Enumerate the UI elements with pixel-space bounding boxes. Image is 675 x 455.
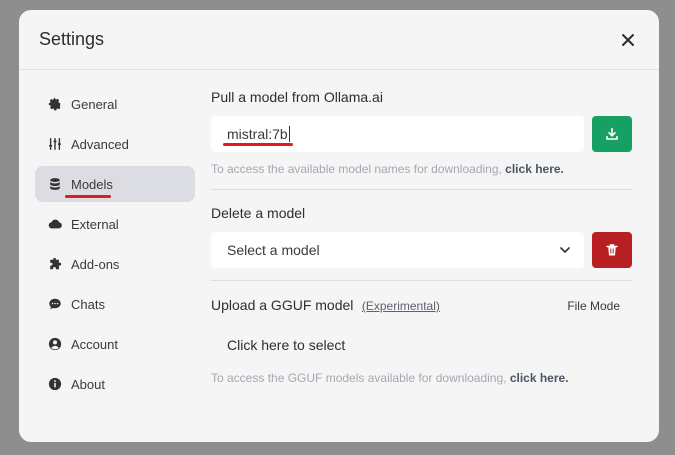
sidebar-item-models[interactable]: Models bbox=[35, 166, 195, 202]
sidebar-item-addons[interactable]: Add-ons bbox=[35, 246, 195, 282]
sidebar-item-label: About bbox=[71, 376, 105, 392]
chevron-down-icon bbox=[560, 247, 570, 253]
trash-icon bbox=[606, 244, 618, 256]
modal-title: Settings bbox=[39, 29, 105, 49]
download-icon bbox=[606, 127, 618, 140]
sidebar-item-external[interactable]: External bbox=[35, 206, 195, 242]
sidebar-item-label: General bbox=[71, 96, 118, 112]
text-cursor bbox=[288, 126, 290, 142]
models-settings-panel: Pull a model from Ollama.ai mistral:7b T… bbox=[211, 86, 632, 385]
cloud-icon bbox=[47, 216, 63, 232]
settings-sidebar: General Advanced Models External Add-ons… bbox=[35, 86, 195, 406]
annotation-underline bbox=[65, 195, 111, 198]
sidebar-item-label: Models bbox=[71, 176, 113, 192]
upload-model-hint: To access the GGUF models available for … bbox=[211, 371, 632, 385]
sidebar-item-advanced[interactable]: Advanced bbox=[35, 126, 195, 162]
annotation-underline bbox=[223, 143, 293, 146]
pull-model-button[interactable] bbox=[592, 116, 632, 152]
modal-header: Settings bbox=[19, 10, 659, 70]
close-button[interactable] bbox=[617, 29, 639, 51]
sidebar-item-about[interactable]: About bbox=[35, 366, 195, 402]
upload-model-title: Upload a GGUF model bbox=[211, 297, 354, 313]
sidebar-item-chats[interactable]: Chats bbox=[35, 286, 195, 322]
upload-hint-text: To access the GGUF models available for … bbox=[211, 371, 510, 385]
info-icon bbox=[47, 376, 63, 392]
sidebar-item-label: Account bbox=[71, 336, 118, 352]
sidebar-item-label: Advanced bbox=[71, 136, 129, 152]
sidebar-item-general[interactable]: General bbox=[35, 86, 195, 122]
sliders-icon bbox=[47, 136, 63, 152]
pull-hint-link[interactable]: click here. bbox=[505, 162, 564, 176]
pull-model-section: Pull a model from Ollama.ai mistral:7b T… bbox=[211, 89, 632, 176]
settings-modal: Settings General Advanced Models Externa… bbox=[19, 10, 659, 442]
chat-icon bbox=[47, 296, 63, 312]
model-name-value: mistral:7b bbox=[227, 126, 288, 142]
pull-model-hint: To access the available model names for … bbox=[211, 162, 632, 176]
user-circle-icon bbox=[47, 336, 63, 352]
delete-model-button[interactable] bbox=[592, 232, 632, 268]
file-mode-toggle[interactable]: File Mode bbox=[567, 299, 620, 313]
upload-hint-link[interactable]: click here. bbox=[510, 371, 569, 385]
model-select-value: Select a model bbox=[227, 242, 320, 258]
pull-model-row: mistral:7b bbox=[211, 116, 632, 152]
upload-title-group: Upload a GGUF model (Experimental) bbox=[211, 297, 440, 315]
upload-model-header: Upload a GGUF model (Experimental) File … bbox=[211, 297, 632, 315]
sidebar-item-label: Chats bbox=[71, 296, 105, 312]
model-select[interactable]: Select a model bbox=[211, 232, 584, 268]
database-icon bbox=[47, 176, 63, 192]
close-icon bbox=[622, 33, 634, 46]
sidebar-item-label: Add-ons bbox=[71, 256, 120, 272]
section-divider bbox=[211, 280, 632, 281]
experimental-link[interactable]: (Experimental) bbox=[362, 299, 440, 313]
upload-model-section: Upload a GGUF model (Experimental) File … bbox=[211, 297, 632, 385]
pull-model-title: Pull a model from Ollama.ai bbox=[211, 89, 383, 105]
gear-icon bbox=[47, 96, 63, 112]
section-divider bbox=[211, 189, 632, 190]
puzzle-icon bbox=[47, 256, 63, 272]
delete-model-section: Delete a model Select a model bbox=[211, 205, 632, 268]
model-name-input[interactable]: mistral:7b bbox=[211, 116, 584, 152]
pull-hint-text: To access the available model names for … bbox=[211, 162, 506, 176]
delete-model-title: Delete a model bbox=[211, 205, 306, 221]
select-file-button[interactable]: Click here to select bbox=[211, 337, 632, 353]
sidebar-item-account[interactable]: Account bbox=[35, 326, 195, 362]
delete-model-row: Select a model bbox=[211, 232, 632, 268]
sidebar-item-label: External bbox=[71, 216, 119, 232]
